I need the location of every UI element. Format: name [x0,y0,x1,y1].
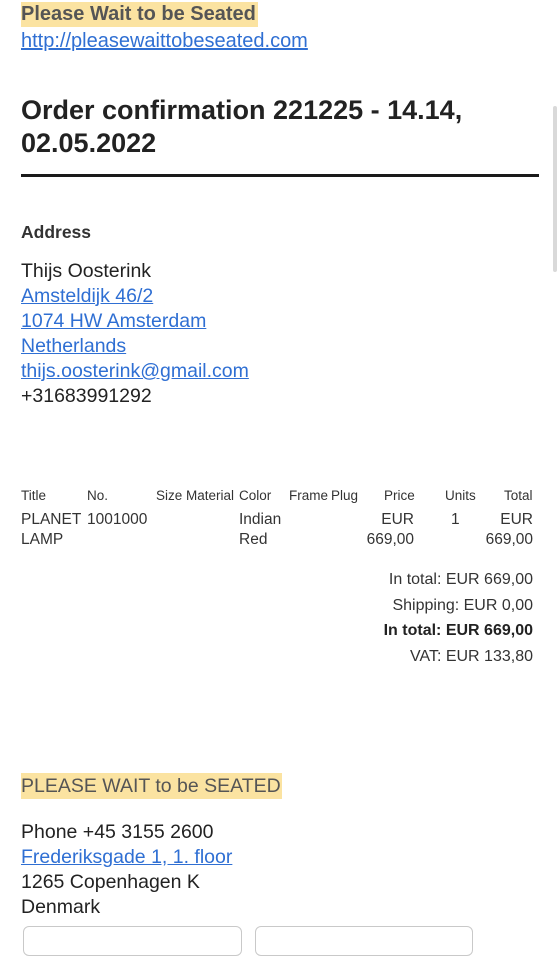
header-plug: Plug [331,488,359,503]
footer-brand: PLEASE WAIT to be SEATED [21,773,282,799]
header-title: Title [21,488,47,503]
footer-phone: Phone +45 3155 2600 [21,821,214,843]
header-units: Units [445,488,476,503]
shipping-total: Shipping: EUR 0,00 [392,596,533,614]
row-no: 1001000 [87,511,148,528]
footer-street-link[interactable]: Frederiksgade 1, 1. floor [21,846,232,868]
grand-total: In total: EUR 669,00 [383,622,533,640]
address-block: Thijs Oosterink Amsteldijk 46/2 1074 HW … [21,259,249,409]
street-link[interactable]: Amsteldijk 46/2 [21,285,153,307]
header-material: Material [186,488,235,503]
header-color: Color [239,488,272,503]
order-title: Order confirmation 221225 - 14.14, 02.05… [21,95,463,158]
header-frame: Frame [289,488,329,503]
scrollbar[interactable] [553,106,557,272]
row-price: EUR 669,00 [366,511,414,548]
totals-block: In total: EUR 669,00 Shipping: EUR 0,00 … [384,567,533,670]
header-price: Price [384,488,415,503]
header-no: No. [87,488,109,503]
address-heading: Address [21,222,92,242]
footer-contact: Phone +45 3155 2600 Frederiksgade 1, 1. … [21,820,232,920]
header-size: Size [156,488,183,503]
row-color: Indian Red [239,511,282,548]
row-total: EUR 669,00 [485,511,533,548]
country-link[interactable]: Netherlands [21,335,126,357]
row-units: 1 [451,511,460,528]
vat-total: VAT: EUR 133,80 [409,648,533,666]
title-divider [21,174,539,177]
city-link[interactable]: 1074 HW Amsterdam [21,310,206,332]
footer-city: 1265 Copenhagen K [21,871,200,893]
customer-name: Thijs Oosterink [21,260,152,282]
row-title: PLANET LAMP [21,511,82,548]
header-total: Total [504,488,533,503]
subtotal: In total: EUR 669,00 [388,571,533,588]
email-link[interactable]: thijs.oosterink@gmail.com [21,360,249,382]
brand-name: Please Wait to be Seated [21,2,258,27]
customer-phone: +31683991292 [21,385,152,407]
website-link[interactable]: http://pleasewaittobeseated.com [21,28,308,54]
footer-country: Denmark [21,896,101,918]
